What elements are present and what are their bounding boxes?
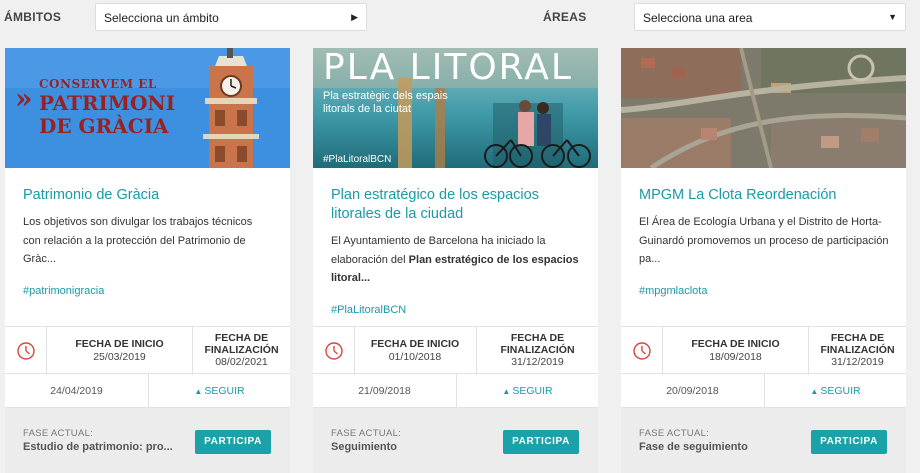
- card-phase: FASE ACTUAL: Fase de seguimiento PARTICI…: [621, 408, 906, 473]
- card-description: El Ayuntamiento de Barcelona ha iniciado…: [331, 232, 581, 288]
- published-date: 24/04/2019: [50, 385, 103, 397]
- card-title[interactable]: Patrimonio de Gràcia: [23, 186, 273, 205]
- end-date-label-line1: FECHA DE: [510, 332, 565, 344]
- phase-value: Fase de seguimiento: [639, 441, 748, 453]
- clock-icon: [633, 342, 651, 360]
- ambitos-select-value: Selecciona un ámbito: [104, 11, 219, 25]
- end-date-value: 08/02/2021: [215, 356, 268, 368]
- card-dates: FECHA DE INICIO 18/09/2018 FECHA DE FINA…: [621, 326, 906, 375]
- svg-text:»: »: [15, 82, 33, 115]
- end-date-label-line2: FINALIZACIÓN: [204, 343, 279, 356]
- process-card-litoral[interactable]: PLA LITORAL Pla estratègic dels espais l…: [313, 48, 598, 473]
- card-dates: FECHA DE INICIO 25/03/2019 FECHA DE FINA…: [5, 326, 290, 375]
- published-date: 21/09/2018: [358, 385, 411, 397]
- start-date-value: 18/09/2018: [709, 350, 762, 363]
- participa-button[interactable]: PARTICIPA: [811, 430, 887, 454]
- areas-select-value: Selecciona una area: [643, 11, 753, 25]
- image-hashtag: #PlaLitoralBCN: [323, 154, 392, 165]
- card-meta: 21/09/2018 ▲ SEGUIR: [313, 374, 598, 408]
- image-text-line3: DE GRÀCIA: [39, 114, 169, 138]
- clock-icon: [325, 342, 343, 360]
- process-card-clota[interactable]: MPGM La Clota Reordenación El Área de Ec…: [621, 48, 906, 473]
- card-image-clota[interactable]: [621, 48, 906, 168]
- card-meta: 20/09/2018 ▲ SEGUIR: [621, 374, 906, 408]
- card-phase: FASE ACTUAL: Seguimiento PARTICIPA: [313, 408, 598, 473]
- clock-icon: [17, 342, 35, 360]
- card-image-litoral[interactable]: PLA LITORAL Pla estratègic dels espais l…: [313, 48, 598, 168]
- image-text-line2: PATRIMONI: [39, 91, 176, 115]
- card-description: El Área de Ecología Urbana y el Distrito…: [639, 216, 889, 265]
- card-hashtag[interactable]: #mpgmlaclota: [639, 285, 707, 297]
- end-date-value: 31/12/2019: [831, 356, 884, 368]
- start-date-label: FECHA DE INICIO: [75, 338, 164, 350]
- start-date-label: FECHA DE INICIO: [691, 338, 780, 350]
- published-date: 20/09/2018: [666, 385, 719, 397]
- card-phase: FASE ACTUAL: Estudio de patrimonio: pro.…: [5, 408, 290, 473]
- end-date-value: 31/12/2019: [511, 356, 564, 368]
- start-date-label: FECHA DE INICIO: [370, 338, 460, 350]
- card-title[interactable]: Plan estratégico de los espacios litoral…: [331, 186, 581, 224]
- card-title[interactable]: MPGM La Clota Reordenación: [639, 186, 889, 205]
- end-date-label-line2: FINALIZACIÓN: [500, 343, 575, 356]
- start-date-value: 25/03/2019: [93, 350, 146, 363]
- participa-button[interactable]: PARTICIPA: [503, 430, 579, 454]
- follow-button[interactable]: ▲ SEGUIR: [457, 385, 598, 397]
- phase-value: Estudio de patrimonio: pro...: [23, 441, 173, 453]
- follow-label: SEGUIR: [820, 385, 861, 397]
- end-date-label-line2: FINALIZACIÓN: [820, 343, 895, 356]
- end-date-label-line1: FECHA DE: [830, 332, 885, 344]
- image-title: PLA LITORAL: [323, 48, 573, 88]
- card-image-patrimonio[interactable]: » CONSERVEM EL PATRIMONI DE GRÀCIA: [5, 48, 290, 168]
- filter-bar: ÁMBITOS Selecciona un ámbito ▶ ÁREAS Sel…: [0, 0, 920, 40]
- phase-value: Seguimiento: [331, 441, 398, 453]
- card-description: Los objetivos son divulgar los trabajos …: [23, 216, 253, 265]
- image-text-line1: CONSERVEM EL: [39, 77, 157, 91]
- phase-label: FASE ACTUAL:: [639, 428, 710, 439]
- card-meta: 24/04/2019 ▲ SEGUIR: [5, 374, 290, 408]
- areas-label: ÁREAS: [543, 10, 587, 24]
- phase-label: FASE ACTUAL:: [331, 428, 402, 439]
- follow-label: SEGUIR: [512, 385, 553, 397]
- card-hashtag[interactable]: #patrimonigracia: [23, 285, 104, 297]
- card-hashtag[interactable]: #PlaLitoralBCN: [331, 304, 406, 316]
- chevron-right-icon: ▶: [351, 12, 358, 22]
- start-date-value: 01/10/2018: [388, 350, 442, 363]
- end-date-label-line1: FECHA DE: [214, 332, 269, 344]
- participa-button[interactable]: PARTICIPA: [195, 430, 271, 454]
- process-card-patrimonio[interactable]: » CONSERVEM EL PATRIMONI DE GRÀCIA Patri…: [5, 48, 290, 473]
- image-subtitle-line1: Pla estratègic dels espais: [323, 90, 448, 102]
- phase-label: FASE ACTUAL:: [23, 428, 94, 439]
- follow-button[interactable]: ▲ SEGUIR: [765, 385, 906, 397]
- follow-label: SEGUIR: [204, 385, 245, 397]
- card-dates: FECHA DE INICIO 01/10/2018 FECHA DE FINA…: [313, 326, 598, 375]
- bell-icon: ▲: [194, 387, 203, 396]
- ambitos-select[interactable]: Selecciona un ámbito ▶: [95, 3, 367, 31]
- chevron-down-icon: ▼: [888, 12, 897, 22]
- areas-select[interactable]: Selecciona una area ▼: [634, 3, 906, 31]
- image-subtitle-line2: litorals de la ciutat: [323, 103, 412, 115]
- follow-button[interactable]: ▲ SEGUIR: [149, 385, 290, 397]
- bell-icon: ▲: [810, 387, 819, 396]
- bell-icon: ▲: [502, 387, 511, 396]
- ambitos-label: ÁMBITOS: [4, 10, 62, 24]
